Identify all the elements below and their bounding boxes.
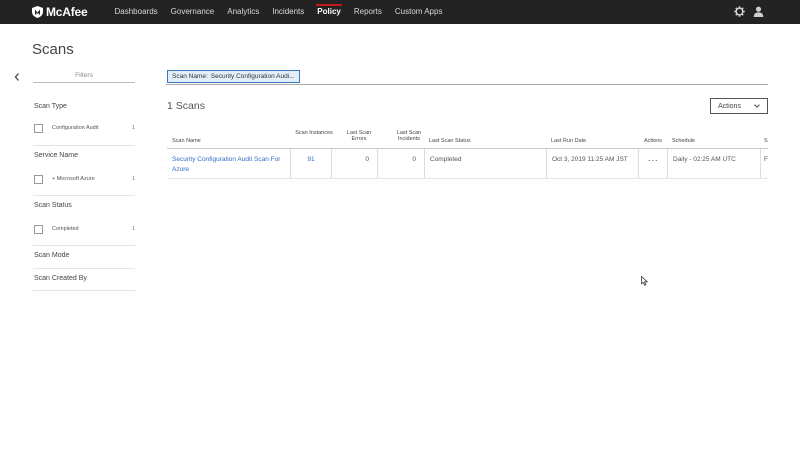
chevron-down-icon xyxy=(754,104,760,108)
filter-group-scan-status: Scan Status Completed 1 xyxy=(33,196,135,246)
truncated-cell: F xyxy=(764,156,768,163)
last-run-date: Oct 3, 2019 11:25 AM JST xyxy=(547,149,639,179)
chip-value: Security Configuration Audi... xyxy=(210,73,295,80)
filter-option-label: Configuration Audit xyxy=(52,125,99,131)
filter-bar-divider xyxy=(166,84,768,85)
page-title: Scans xyxy=(32,41,74,58)
table-row: Security Configuration Audit Scan For Az… xyxy=(167,149,768,179)
table-header: Scan Name Scan Instances Last Scan Error… xyxy=(167,128,768,149)
filter-option-label: Completed xyxy=(52,226,79,232)
column-header-last-scan-errors[interactable]: Last Scan Errors xyxy=(339,130,379,142)
filter-option-count: 1 xyxy=(131,176,135,182)
top-nav-bar: McAfee Dashboards Governance Analytics I… xyxy=(0,0,800,24)
schedule: Daily - 02:25 AM UTC xyxy=(668,149,761,179)
nav-incidents[interactable]: Incidents xyxy=(266,0,311,24)
column-header-truncated[interactable]: S xyxy=(764,138,768,144)
scan-name-link[interactable]: Security Configuration Audit Scan For Az… xyxy=(167,149,291,179)
filter-group-title: Scan Mode xyxy=(34,252,70,259)
checkbox[interactable] xyxy=(34,224,43,234)
nav-reports[interactable]: Reports xyxy=(347,0,388,24)
column-header-scan-name[interactable]: Scan Name xyxy=(172,138,201,144)
nav-policy[interactable]: Policy xyxy=(311,0,348,24)
actions-dropdown[interactable]: Actions xyxy=(710,98,768,114)
nav-governance[interactable]: Governance xyxy=(164,0,221,24)
column-header-last-run-date[interactable]: Last Run Date xyxy=(551,138,586,144)
scans-table: Scan Name Scan Instances Last Scan Error… xyxy=(167,128,768,179)
main-nav: Dashboards Governance Analytics Incident… xyxy=(108,0,449,24)
column-header-schedule[interactable]: Schedule xyxy=(672,138,695,144)
nav-dashboards[interactable]: Dashboards xyxy=(108,0,164,24)
shield-logo-icon xyxy=(32,6,43,18)
filter-group-title: Scan Created By xyxy=(34,275,87,282)
chip-key: Scan Name: xyxy=(172,73,208,80)
brand-name: McAfee xyxy=(46,5,88,19)
filter-option-microsoft-azure[interactable]: + Microsoft Azure 1 xyxy=(34,173,135,185)
filter-option-count: 1 xyxy=(131,125,135,131)
filter-group-title: Scan Type xyxy=(34,103,67,110)
results-count: 1 Scans xyxy=(167,100,205,112)
filter-group-service-name: Service Name + Microsoft Azure 1 xyxy=(33,146,135,196)
last-scan-status: Completed xyxy=(425,149,547,179)
scan-instances-link[interactable]: 91 xyxy=(291,149,332,179)
filter-group-scan-mode[interactable]: Scan Mode xyxy=(33,246,135,269)
filters-header: Filters xyxy=(33,72,135,83)
mcafee-logo[interactable]: McAfee xyxy=(32,4,88,20)
top-right-icons xyxy=(734,6,764,17)
mouse-cursor-icon xyxy=(641,276,648,286)
filter-group-scan-created-by[interactable]: Scan Created By xyxy=(33,269,135,291)
row-actions-menu[interactable]: ··· xyxy=(639,149,668,179)
filter-group-scan-type: Scan Type Configuration Audit 1 xyxy=(33,97,135,146)
checkbox[interactable] xyxy=(34,123,43,133)
column-header-actions: Actions xyxy=(644,138,663,144)
column-header-last-scan-status[interactable]: Last Scan Status xyxy=(429,138,471,144)
filter-option-configuration-audit[interactable]: Configuration Audit 1 xyxy=(34,122,135,134)
column-header-last-scan-incidents[interactable]: Last Scan Incidents xyxy=(389,130,429,142)
last-scan-errors: 0 xyxy=(332,149,378,179)
filter-option-label: + Microsoft Azure xyxy=(52,176,95,182)
gear-icon[interactable] xyxy=(734,6,745,17)
last-scan-incidents: 0 xyxy=(378,149,425,179)
filter-option-count: 1 xyxy=(131,226,135,232)
filter-option-completed[interactable]: Completed 1 xyxy=(34,223,135,235)
filter-group-title: Service Name xyxy=(34,152,78,159)
checkbox[interactable] xyxy=(34,174,43,184)
filter-group-title: Scan Status xyxy=(34,202,72,209)
chevron-left-icon[interactable] xyxy=(13,72,21,82)
nav-custom-apps[interactable]: Custom Apps xyxy=(388,0,449,24)
user-icon[interactable] xyxy=(753,6,764,17)
nav-analytics[interactable]: Analytics xyxy=(221,0,266,24)
active-filter-chip[interactable]: Scan Name: Security Configuration Audi... xyxy=(167,70,300,83)
column-header-scan-instances[interactable]: Scan Instances xyxy=(294,130,334,136)
actions-dropdown-label: Actions xyxy=(718,102,741,110)
